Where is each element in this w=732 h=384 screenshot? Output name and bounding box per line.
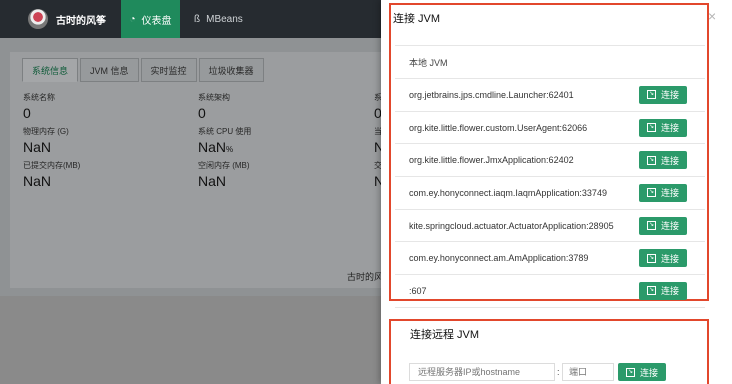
connect-label: 连接 [660,286,679,297]
remote-connect-label: 连接 [640,367,659,378]
jvm-name: org.jetbrains.jps.cmdline.Launcher:62401 [409,89,574,100]
jvm-row: com.ey.honyconnect.iaqm.IaqmApplication:… [395,177,705,210]
connect-label: 连接 [660,253,679,264]
jvm-name: com.ey.honyconnect.am.AmApplication:3789 [409,253,589,264]
remote-port-input[interactable] [562,363,614,381]
drawer-title: 连接 JVM [393,13,441,25]
connect-label: 连接 [660,155,679,166]
nav-mbeans-label: MBeans [206,13,243,25]
host-port-separator: : [557,367,560,377]
connect-button[interactable]: ↘ 连接 [638,281,687,300]
link-icon: ↘ [646,123,656,133]
field-system-arch: 系统架构 0 [198,92,230,121]
cpu-unit: % [226,145,234,154]
remote-jvm-title: 连接远程 JVM [410,329,480,341]
field-free-memory: 空闲内存 (MB) NaN [198,160,250,189]
jvm-name: kite.springcloud.actuator.ActuatorApplic… [409,220,614,231]
connect-button[interactable]: ↘ 连接 [638,183,687,202]
field-physical-memory: 物理内存 (G) NaN [23,126,69,155]
tab-gc[interactable]: 垃圾收集器 [198,58,264,82]
link-icon: ↘ [646,188,656,198]
connect-button[interactable]: ↘ 连接 [638,216,687,235]
link-icon: ↘ [646,155,656,165]
field-label: 系统 CPU 使用 [198,127,252,136]
jvm-name: :607 [409,285,427,296]
jvm-name: com.ey.honyconnect.iaqm.IaqmApplication:… [409,187,607,198]
link-icon: ↘ [646,253,656,263]
cpu-value: NaN [198,139,227,155]
jvm-name: org.kite.little.flower.JmxApplication:62… [409,155,574,166]
connect-button[interactable]: ↘ 连接 [638,151,687,170]
avatar[interactable] [28,9,48,29]
field-label: 空闲内存 (MB) [198,161,250,170]
brand[interactable]: 古时的风筝 [28,9,106,29]
link-icon: ↘ [626,367,635,377]
link-icon: ↘ [646,286,656,296]
field-cpu-usage: 系统 CPU 使用 NaN% [198,126,251,155]
remote-connect-button[interactable]: ↘ 连接 [618,363,667,381]
connect-label: 连接 [660,221,679,232]
info-tabs: 系统信息 JVM 信息 实时监控 垃圾收集器 [22,58,266,82]
jvm-row: com.ey.honyconnect.am.AmApplication:3789… [395,242,705,276]
field-value: NaN [198,173,227,189]
user-name: 古时的风筝 [56,15,106,27]
field-value: NaN% [198,139,251,155]
jvm-name: org.kite.little.flower.custom.UserAgent:… [409,122,588,133]
field-value: 0 [23,105,31,121]
system-info-card: 系统信息 JVM 信息 实时监控 垃圾收集器 系统名称 0 系统架构 0 物理内… [10,52,390,288]
jvm-row: :607 ↘ 连接 [395,275,705,308]
remote-host-input[interactable] [409,363,555,381]
connect-button[interactable]: ↘ 连接 [638,249,687,268]
field-label: 已提交内存(MB) [23,161,81,170]
local-jvm-list: 本地 JVM org.jetbrains.jps.cmdline.Launche… [395,45,705,308]
jvm-row: org.kite.little.flower.JmxApplication:62… [395,144,705,178]
link-icon: ↘ [646,221,656,231]
field-value: NaN [23,173,52,189]
tab-jvm-info[interactable]: JVM 信息 [80,58,139,82]
dashboard-icon: ◔ [129,13,136,25]
field-value: NaN [23,139,52,155]
connect-label: 连接 [660,90,679,101]
connect-jvm-drawer: 连接 JVM × 本地 JVM org.jetbrains.jps.cmdlin… [381,0,732,384]
tab-system-info[interactable]: 系统信息 [22,58,79,82]
nav-mbeans[interactable]: ß MBeans [194,0,243,38]
field-label: 系统架构 [198,93,230,102]
close-icon[interactable]: × [708,8,716,24]
jvm-row: org.jetbrains.jps.cmdline.Launcher:62401… [395,79,705,112]
field-value: 0 [198,105,206,121]
field-label: 物理内存 (G) [23,127,69,136]
field-system-name: 系统名称 0 [23,92,55,121]
tab-realtime-monitor[interactable]: 实时监控 [140,58,197,82]
connect-label: 连接 [660,188,679,199]
link-icon: ↘ [646,90,656,100]
connect-button[interactable]: ↘ 连接 [638,85,687,104]
footer-text: 古时的风 [347,272,384,282]
connect-button[interactable]: ↘ 连接 [638,118,687,137]
field-committed-memory: 已提交内存(MB) NaN [23,160,80,189]
jvm-row: kite.springcloud.actuator.ActuatorApplic… [395,210,705,243]
connect-label: 连接 [660,123,679,134]
beans-icon: ß [194,13,201,25]
jvm-row: org.kite.little.flower.custom.UserAgent:… [395,112,705,145]
local-jvm-header: 本地 JVM [395,46,705,79]
nav-dashboard[interactable]: ◔ 仪表盘 [121,0,180,38]
field-label: 系统名称 [23,93,55,102]
nav-dashboard-label: 仪表盘 [141,15,172,27]
